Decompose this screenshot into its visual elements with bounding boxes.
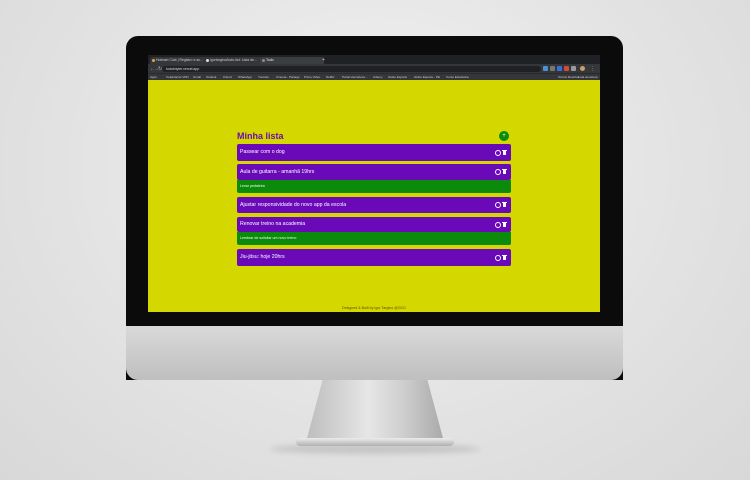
browser-tab[interactable]: igortargino/todo-list: Lista de... [204,57,264,64]
profile-avatar[interactable] [580,66,585,71]
task-card[interactable]: Passear com o dog [237,144,511,161]
address-bar-row: ← → ↻ todoimyter.vercel.app ⋮ [148,64,600,73]
complete-circle-icon[interactable] [495,202,501,208]
browser-tab-strip: Hotmart Club | Registro e ac... igortarg… [148,55,600,64]
screen: Hotmart Club | Registro e ac... igortarg… [148,55,600,312]
complete-circle-icon[interactable] [495,254,501,261]
complete-circle-icon[interactable] [495,169,501,175]
monitor-chin [126,326,623,380]
monitor-stand [306,380,444,442]
browser-tab[interactable]: Hotmart Club | Registro e ac... [150,57,208,64]
browser-tab-label: igortargino/todo-list: Lista de... [210,58,257,62]
task-note-text: Levar pedaleira [240,184,265,188]
trash-icon[interactable] [502,221,507,227]
footer-credit: Designed & Built by Igor Targino @2021 [342,306,406,310]
browser-tab-label: Hotmart Club | Registro e ac... [156,58,204,62]
task-text: Aula de guitarra - amanhã 19hrs [240,169,315,175]
task-card[interactable]: Ajustar responsividade do novo app da es… [237,197,511,213]
favicon-icon [151,59,155,62]
url-input[interactable]: todoimyter.vercel.app [162,65,541,72]
trash-icon[interactable] [502,202,507,207]
task-note: Levar pedaleira [237,180,511,193]
app-page [148,80,600,312]
add-task-button[interactable]: + [499,131,509,141]
extension-icon[interactable] [557,66,562,71]
task-text: Renovar treino na academia [240,221,306,227]
trash-icon[interactable] [502,254,507,260]
extension-icon[interactable] [571,66,576,71]
trash-icon[interactable] [502,169,507,174]
task-note: Lembrar de solicitar um novo treino [237,232,511,245]
task-text: Ajustar responsividade do novo app da es… [240,202,347,208]
trash-icon[interactable] [502,149,507,155]
complete-circle-icon[interactable] [495,149,501,156]
new-tab-button[interactable]: + [322,57,325,64]
task-card[interactable]: Renovar treino na academia [237,217,511,232]
page-title: Minha lista [237,131,284,141]
complete-circle-icon[interactable] [495,221,501,228]
task-note-text: Lembrar de solicitar um novo treino [240,236,297,240]
monitor-base [296,438,454,446]
favicon-icon [261,59,265,62]
github-icon [205,59,209,62]
task-text: Jiu-jitsu: hoje 20hrs [240,254,285,260]
task-text: Passear com o dog [240,149,285,155]
task-card[interactable]: Jiu-jitsu: hoje 20hrs [237,249,511,266]
menu-icon[interactable]: ⋮ [590,66,595,72]
extension-icon[interactable] [550,66,555,71]
extension-icon[interactable] [543,66,548,71]
extension-icon[interactable] [564,66,569,71]
browser-tab-label: Todo [266,58,274,62]
task-card[interactable]: Aula de guitarra - amanhã 19hrs [237,164,511,180]
browser-tab-active[interactable]: Todo [260,57,324,64]
